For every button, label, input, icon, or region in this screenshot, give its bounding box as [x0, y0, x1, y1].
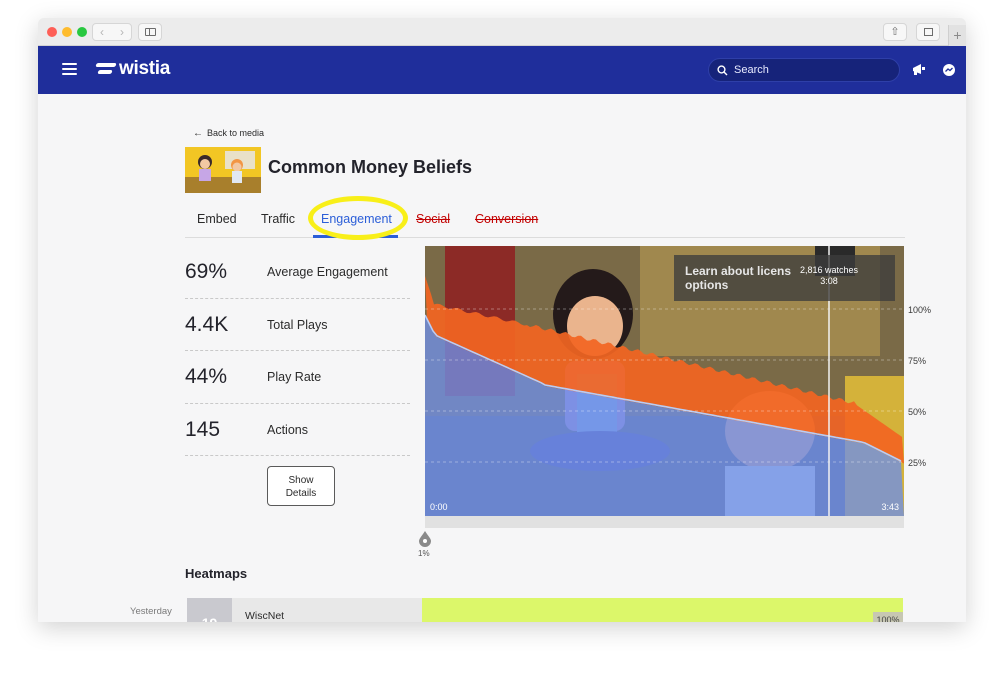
- analytics-tabs: Embed Traffic Engagement Social Conversi…: [185, 204, 905, 238]
- show-details-label-2: Details: [285, 488, 317, 499]
- share-button[interactable]: ⇧: [883, 23, 907, 41]
- tab-social[interactable]: Social: [416, 212, 450, 226]
- search-icon: [717, 65, 728, 76]
- stat-label: Play Rate: [267, 370, 322, 384]
- app-header: wistia Search: [38, 46, 966, 94]
- heatmap-date: Yesterday: [130, 606, 172, 617]
- stat-value: 69%: [185, 260, 228, 283]
- logo-text: wistia: [119, 58, 170, 79]
- stat-average-engagement: 69% Average Engagement: [185, 246, 410, 299]
- close-window-button[interactable]: [47, 27, 57, 37]
- media-thumbnail-illustration: [185, 147, 261, 193]
- search-input[interactable]: Search: [708, 58, 900, 82]
- tab-overview-button[interactable]: [916, 23, 940, 41]
- y-tick-50: 50%: [908, 407, 927, 417]
- chevron-left-icon[interactable]: ‹: [100, 24, 104, 40]
- engagement-graph-video[interactable]: Learn about licens options 2,816 watches…: [425, 246, 904, 516]
- hover-time: 3:08: [820, 276, 838, 286]
- tab-conversion[interactable]: Conversion: [475, 212, 538, 226]
- time-start: 0:00: [430, 502, 448, 512]
- tabs-icon: [924, 28, 933, 36]
- hover-tooltip: 2,816 watches 3:08: [794, 265, 864, 287]
- stat-actions: 145 Actions: [185, 404, 410, 456]
- stat-label: Total Plays: [267, 317, 328, 332]
- browser-toolbar: ‹ › ⇧ +: [38, 18, 966, 46]
- stat-total-plays: 4.4K Total Plays: [185, 299, 410, 351]
- minimize-window-button[interactable]: [62, 27, 72, 37]
- arrow-left-icon: ←: [193, 128, 203, 139]
- y-tick-100: 100%: [908, 305, 932, 315]
- megaphone-icon[interactable]: [912, 63, 926, 76]
- wistia-mark-icon: [95, 62, 117, 76]
- y-tick-75: 75%: [908, 356, 927, 366]
- back-to-media-label: Back to media: [207, 128, 265, 138]
- stat-play-rate: 44% Play Rate: [185, 351, 410, 404]
- stat-value: 4.4K: [185, 312, 229, 336]
- stat-value: 145: [185, 417, 221, 441]
- video-overlay-card: Learn about licens options 2,816 watches…: [674, 255, 895, 301]
- back-forward-buttons[interactable]: ‹ ›: [92, 23, 132, 41]
- stat-label: Average Engagement: [267, 265, 388, 279]
- dropoff-percent: 1%: [418, 549, 430, 558]
- chevron-right-icon[interactable]: ›: [120, 24, 124, 40]
- heatmap-percent: 100%: [873, 612, 903, 622]
- engagement-stats: 69% Average Engagement 4.4K Total Plays …: [185, 246, 410, 456]
- y-tick-25: 25%: [908, 458, 927, 468]
- heatmaps-heading: Heatmaps: [185, 566, 248, 581]
- tab-traffic[interactable]: Traffic: [261, 212, 295, 226]
- back-to-media-link[interactable]: ← Back to media: [193, 128, 264, 139]
- sidebar-icon: [145, 28, 156, 36]
- show-details-button[interactable]: Show Details: [267, 466, 335, 506]
- heatmap-viewer-name: WiscNet: [245, 610, 285, 622]
- show-details-label-1: Show: [288, 475, 314, 486]
- time-end: 3:43: [881, 502, 899, 512]
- messenger-icon[interactable]: [942, 63, 956, 77]
- heatmap-row[interactable]: 19 WiscNet 100%: [187, 598, 903, 622]
- heatmap-day-badge: 19: [187, 598, 232, 622]
- page-title: Common Money Beliefs: [268, 157, 473, 177]
- browser-window: ‹ › ⇧ + wistia Search ← Back to media Co…: [38, 18, 966, 622]
- tab-embed[interactable]: Embed: [197, 212, 237, 226]
- watches-count: 2,816 watches: [799, 265, 859, 275]
- heatmap-bar[interactable]: [422, 598, 903, 622]
- search-placeholder: Search: [734, 64, 769, 76]
- media-thumbnail[interactable]: [185, 147, 261, 193]
- sidebar-toggle-button[interactable]: [138, 23, 162, 41]
- dropoff-marker-icon[interactable]: [419, 531, 431, 547]
- stat-value: 44%: [185, 365, 228, 388]
- wistia-logo[interactable]: wistia: [95, 58, 170, 82]
- menu-icon[interactable]: [62, 63, 77, 76]
- new-tab-button[interactable]: +: [948, 25, 966, 46]
- highlight-annotation-ring: [308, 196, 408, 240]
- stat-label: Actions: [267, 422, 308, 437]
- zoom-window-button[interactable]: [77, 27, 87, 37]
- scrub-bar[interactable]: [425, 516, 904, 528]
